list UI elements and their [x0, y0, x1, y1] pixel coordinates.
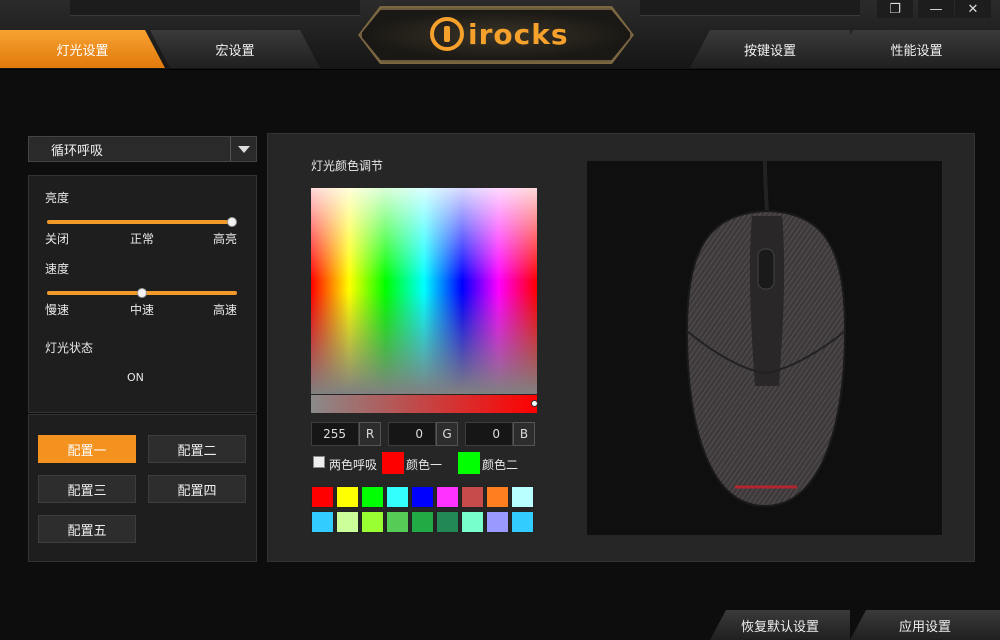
preset-color-swatch[interactable]: [436, 486, 459, 508]
tab-macro[interactable]: 宏设置: [150, 30, 320, 68]
brightness-mid-label: 正常: [130, 232, 155, 246]
brand-logo: irocks: [430, 14, 570, 54]
preset-color-swatch[interactable]: [336, 511, 359, 533]
light-status-label: 灯光状态: [45, 341, 94, 355]
top-decoration-right: [640, 0, 860, 16]
preset-color-swatch[interactable]: [486, 486, 509, 508]
lighting-mode-dropdown[interactable]: 循环呼吸: [28, 136, 257, 162]
preset-color-swatch[interactable]: [511, 511, 534, 533]
reset-defaults-button[interactable]: 恢复默认设置: [710, 610, 850, 640]
preset-color-swatch[interactable]: [436, 511, 459, 533]
green-value-input[interactable]: 0: [388, 422, 436, 446]
brightness-label: 亮度: [45, 191, 70, 205]
light-status-value[interactable]: ON: [127, 371, 144, 384]
brightness-slider-handle[interactable]: [227, 217, 237, 227]
preset-color-swatch[interactable]: [511, 486, 534, 508]
preset-color-swatch[interactable]: [386, 486, 409, 508]
brightness-max-label: 高亮: [213, 232, 238, 246]
dual-breath-label: 两色呼吸: [329, 458, 378, 472]
speed-mid-label: 中速: [130, 303, 155, 317]
mouse-preview: [587, 160, 942, 535]
color-1-label: 颜色一: [406, 458, 443, 472]
profile-2-button[interactable]: 配置二: [148, 435, 246, 463]
color-2-label: 颜色二: [482, 458, 519, 472]
preset-color-swatch[interactable]: [486, 511, 509, 533]
profile-4-button[interactable]: 配置四: [148, 475, 246, 503]
color-intensity-bar[interactable]: [311, 395, 537, 413]
lighting-settings-panel: 亮度 关闭 正常 高亮 速度 慢速 中速 高速 灯光状态 ON: [28, 175, 257, 413]
speed-slider-handle[interactable]: [137, 288, 147, 298]
preset-color-swatch[interactable]: [361, 486, 384, 508]
lighting-mode-value: 循环呼吸: [51, 143, 104, 159]
color-picker-spectrum[interactable]: [311, 188, 537, 394]
tab-lighting[interactable]: 灯光设置: [0, 30, 165, 68]
green-label: G: [436, 422, 458, 446]
preset-color-swatch[interactable]: [311, 511, 334, 533]
speed-label: 速度: [45, 262, 70, 276]
profile-3-button[interactable]: 配置三: [38, 475, 136, 503]
top-decoration-left: [70, 0, 360, 16]
preset-color-swatch[interactable]: [361, 511, 384, 533]
color-1-swatch[interactable]: [382, 452, 404, 474]
restore-button[interactable]: ❐: [877, 0, 913, 18]
profile-5-button[interactable]: 配置五: [38, 515, 136, 543]
red-label: R: [359, 422, 381, 446]
minimize-button[interactable]: —: [918, 0, 954, 18]
blue-label: B: [513, 422, 535, 446]
preset-color-swatch[interactable]: [461, 486, 484, 508]
preset-color-swatch[interactable]: [336, 486, 359, 508]
profiles-panel: 配置一 配置二 配置三 配置四 配置五: [28, 414, 257, 562]
preset-color-swatch[interactable]: [411, 486, 434, 508]
profile-1-button[interactable]: 配置一: [38, 435, 136, 463]
color-2-swatch[interactable]: [458, 452, 480, 474]
preset-color-swatch[interactable]: [311, 486, 334, 508]
dual-breath-checkbox[interactable]: [313, 456, 325, 468]
color-intensity-handle[interactable]: [531, 400, 538, 407]
tab-performance[interactable]: 性能设置: [833, 30, 1000, 68]
brightness-slider[interactable]: [47, 220, 233, 224]
mouse-image: [685, 160, 847, 508]
speed-max-label: 高速: [213, 303, 238, 317]
brightness-min-label: 关闭: [45, 232, 70, 246]
preset-color-swatch[interactable]: [461, 511, 484, 533]
chevron-down-icon[interactable]: [230, 137, 256, 161]
close-button[interactable]: ✕: [955, 0, 991, 18]
speed-min-label: 慢速: [45, 303, 70, 317]
blue-value-input[interactable]: 0: [465, 422, 513, 446]
color-adjust-title: 灯光颜色调节: [311, 159, 384, 173]
brand-mark-icon: [430, 17, 464, 51]
brand-name: irocks: [468, 17, 569, 51]
preset-color-swatch[interactable]: [411, 511, 434, 533]
red-value-input[interactable]: 255: [311, 422, 359, 446]
apply-settings-button[interactable]: 应用设置: [850, 610, 1000, 640]
preset-color-swatch[interactable]: [386, 511, 409, 533]
tab-keys[interactable]: 按键设置: [690, 30, 850, 68]
